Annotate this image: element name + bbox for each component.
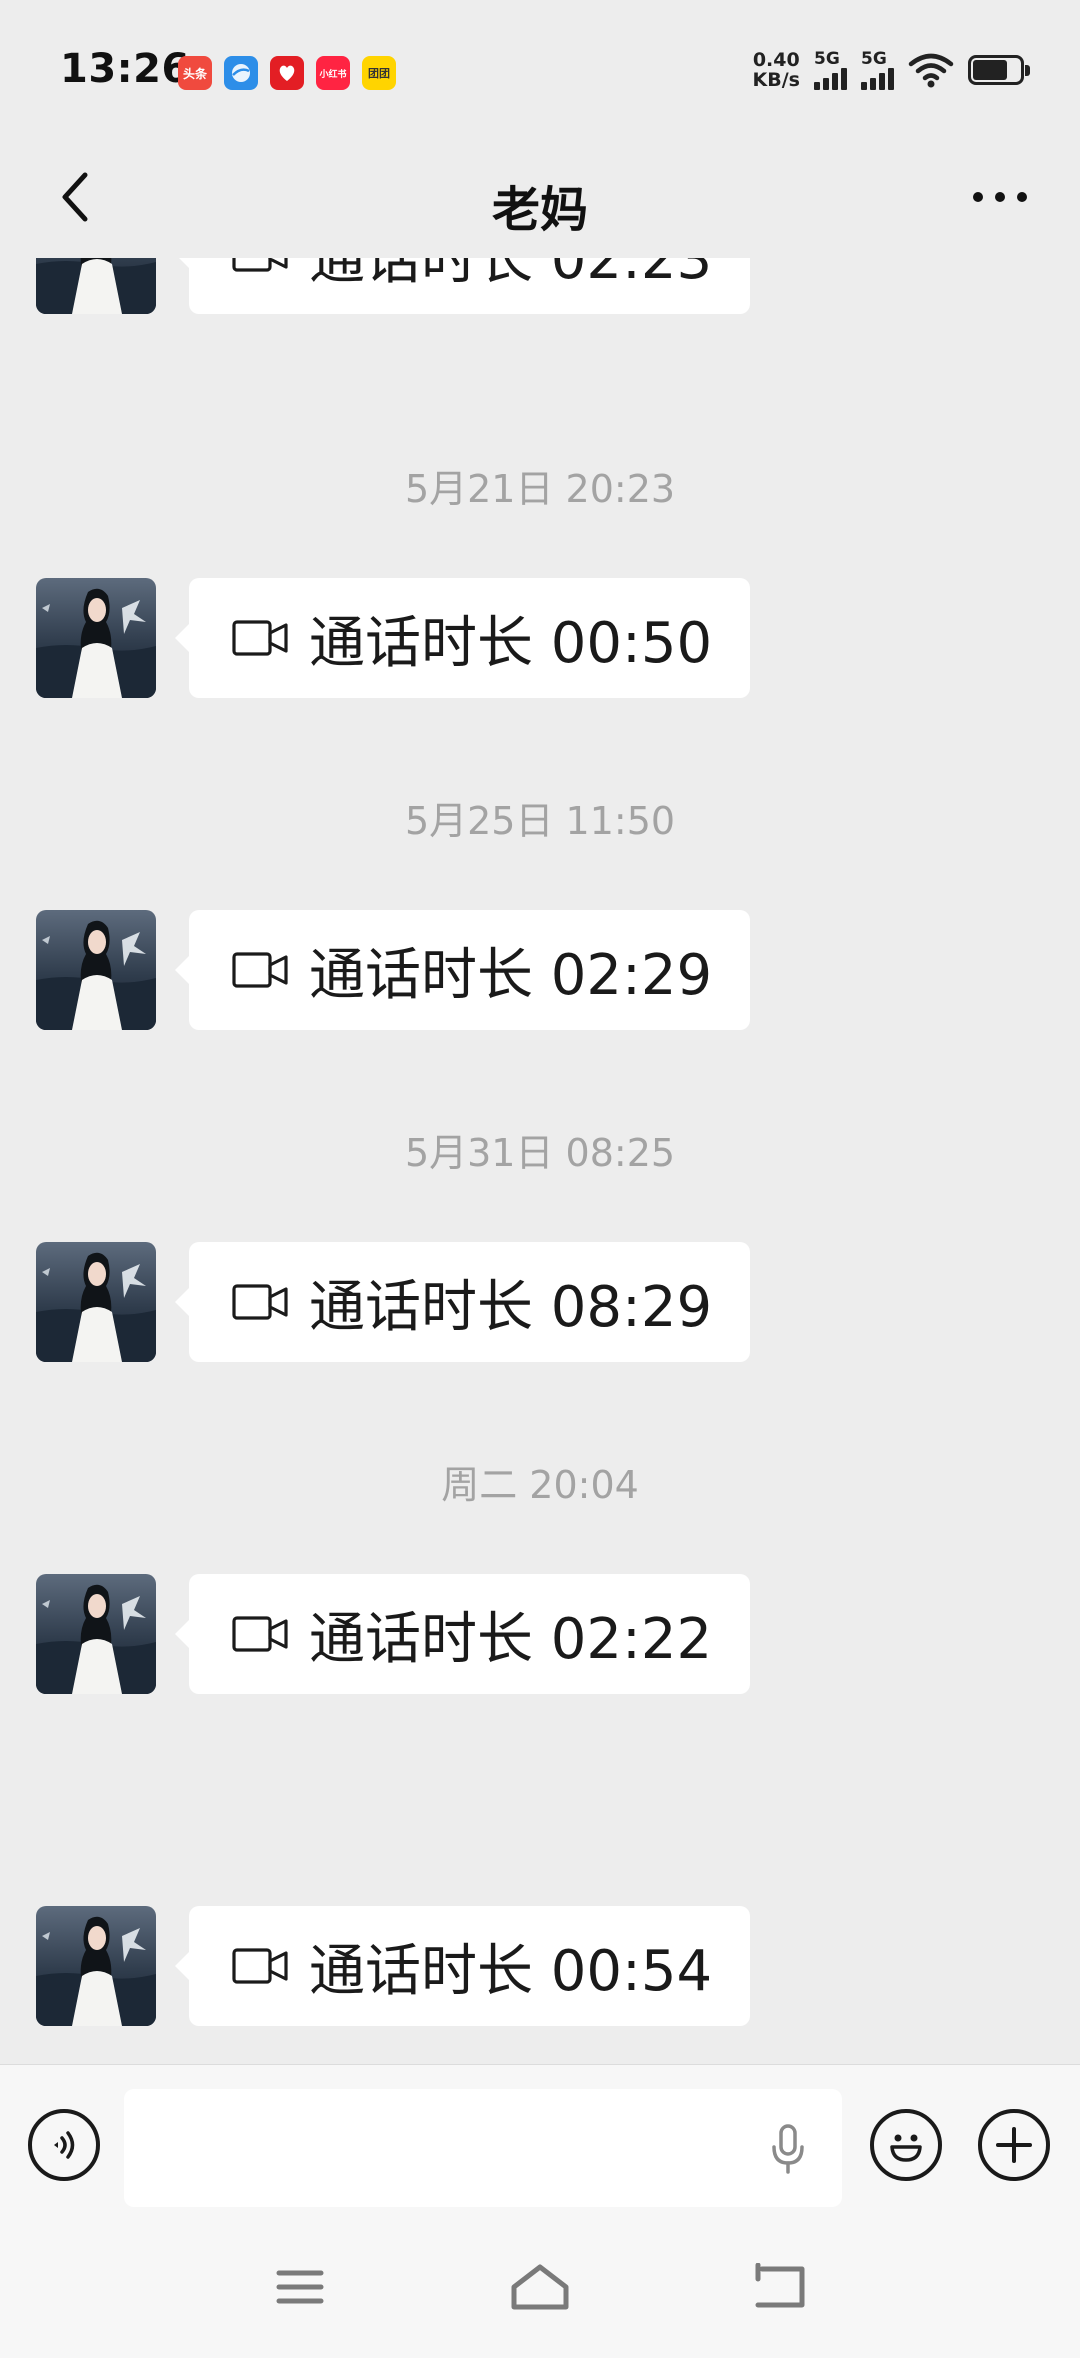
video-call-bubble[interactable]: 通话时长 00:54 xyxy=(174,1906,751,2026)
smiley-icon xyxy=(890,2134,922,2162)
pinduoduo-icon xyxy=(270,56,304,90)
signal-bars-icon xyxy=(814,68,847,90)
signal-1: 5G xyxy=(814,50,847,90)
toutiao-icon: 头条 xyxy=(178,56,212,90)
message-row: 通话时长 02:23 xyxy=(36,258,751,314)
nav-bar: 老妈 xyxy=(0,140,1080,258)
battery-icon xyxy=(968,55,1030,85)
message-row: 通话时长 02:29 xyxy=(36,910,751,1030)
back-arrow-icon xyxy=(755,2263,805,2308)
status-indicators: 0.40 KB/s 5G 5G xyxy=(753,50,1030,90)
video-camera-icon xyxy=(232,952,288,988)
video-camera-icon xyxy=(232,1948,288,1984)
battery-level xyxy=(973,60,1007,80)
avatar[interactable] xyxy=(36,258,156,314)
system-nav-bar xyxy=(0,2216,1080,2358)
notification-icons: 头条 小红书 团团 xyxy=(178,56,396,90)
microphone-icon xyxy=(772,2124,804,2174)
voice-input-button[interactable] xyxy=(758,2119,818,2179)
avatar[interactable] xyxy=(36,1906,156,2026)
signal-bars-icon xyxy=(861,68,894,90)
call-duration: 通话时长 00:50 xyxy=(309,610,713,676)
voice-mode-button[interactable] xyxy=(28,2109,100,2181)
chat-list[interactable]: 通话时长 02:23 5月21日 20:23 通话时长 00:50 5月25日 … xyxy=(0,258,1080,2064)
page-title: 老妈 xyxy=(491,182,588,238)
call-duration: 通话时长 02:23 xyxy=(309,258,713,292)
home-icon xyxy=(511,2264,569,2310)
video-camera-icon xyxy=(232,620,288,656)
message-row: 通话时长 02:22 xyxy=(36,1574,751,1694)
xiaohongshu-icon: 小红书 xyxy=(316,56,350,90)
avatar[interactable] xyxy=(36,1242,156,1362)
video-camera-icon xyxy=(232,1284,288,1320)
message-input[interactable] xyxy=(124,2089,842,2207)
plus-icon xyxy=(996,2127,1032,2163)
more-dots-icon xyxy=(973,192,1027,202)
message-row: 通话时长 00:50 xyxy=(36,578,751,698)
system-back-button[interactable] xyxy=(740,2252,820,2322)
home-button[interactable] xyxy=(500,2252,580,2322)
recent-apps-button[interactable] xyxy=(260,2252,340,2322)
video-call-bubble[interactable]: 通话时长 02:23 xyxy=(174,258,751,314)
more-functions-button[interactable] xyxy=(978,2109,1050,2181)
video-call-bubble[interactable]: 通话时长 02:29 xyxy=(174,910,751,1030)
video-call-bubble[interactable]: 通话时长 08:29 xyxy=(174,1242,751,1362)
video-camera-icon xyxy=(232,258,288,272)
meituan-icon: 团团 xyxy=(362,56,396,90)
avatar[interactable] xyxy=(36,910,156,1030)
signal-2: 5G xyxy=(861,50,894,90)
browser-icon xyxy=(224,56,258,90)
wifi-icon xyxy=(908,53,954,88)
message-timestamp: 周二 20:04 xyxy=(441,1463,639,1507)
more-button[interactable] xyxy=(960,162,1040,232)
avatar[interactable] xyxy=(36,578,156,698)
input-bar xyxy=(0,2064,1080,2216)
message-row: 通话时长 00:54 xyxy=(36,1906,751,2026)
status-time: 13:26 xyxy=(60,46,190,92)
network-speed-value: 0.40 xyxy=(752,49,800,71)
message-timestamp: 5月25日 11:50 xyxy=(404,799,676,843)
message-timestamp: 5月21日 20:23 xyxy=(404,467,676,511)
message-row: 通话时长 08:29 xyxy=(36,1242,751,1362)
call-duration: 通话时长 02:29 xyxy=(309,942,713,1008)
signal-1-label: 5G xyxy=(814,49,840,69)
video-call-bubble[interactable]: 通话时长 00:50 xyxy=(174,578,751,698)
network-speed: 0.40 KB/s xyxy=(753,50,800,90)
signal-2-label: 5G xyxy=(861,49,887,69)
call-duration: 通话时长 02:22 xyxy=(309,1606,713,1672)
status-bar: 13:26 头条 小红书 团团 0.40 KB/s 5G 5G xyxy=(0,0,1080,140)
network-speed-unit: KB/s xyxy=(752,69,800,91)
call-duration: 通话时长 08:29 xyxy=(309,1274,713,1340)
message-timestamp: 5月31日 08:25 xyxy=(404,1131,676,1175)
emoji-button[interactable] xyxy=(870,2109,942,2181)
voice-icon xyxy=(54,2131,75,2159)
avatar[interactable] xyxy=(36,1574,156,1694)
call-duration: 通话时长 00:54 xyxy=(309,1938,713,2004)
video-camera-icon xyxy=(232,1616,288,1652)
video-call-bubble[interactable]: 通话时长 02:22 xyxy=(174,1574,751,1694)
menu-icon xyxy=(276,2270,324,2304)
